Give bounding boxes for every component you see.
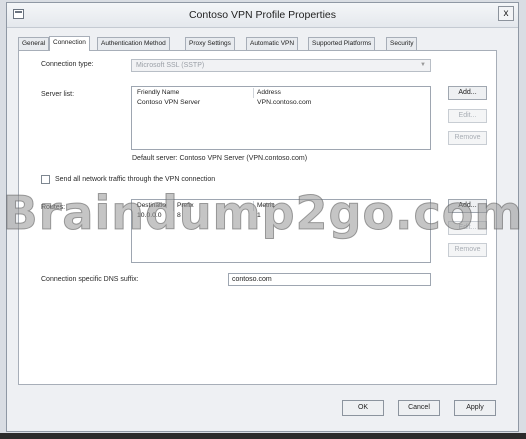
route-add-button[interactable]: Add... [448, 199, 487, 213]
column-header-friendly-name[interactable]: Friendly Name [134, 88, 254, 98]
server-remove-button[interactable]: Remove [448, 131, 487, 145]
server-edit-button[interactable]: Edit... [448, 109, 487, 123]
tab-automatic-vpn[interactable]: Automatic VPN [246, 37, 299, 50]
send-all-traffic-checkbox[interactable] [41, 175, 50, 184]
server-address: VPN.contoso.com [257, 99, 312, 106]
bottom-border [0, 433, 526, 439]
tab-security[interactable]: Security [386, 37, 418, 50]
tab-general[interactable]: General [18, 37, 50, 50]
close-button[interactable]: x [498, 6, 514, 21]
server-list-label: Server list: [41, 91, 75, 98]
route-edit-button[interactable]: Edit... [448, 221, 487, 235]
connection-type-select[interactable]: Microsoft SSL (SSTP) ▼ [131, 59, 431, 72]
connection-panel: Connection type: Microsoft SSL (SSTP) ▼ … [18, 50, 497, 385]
dns-suffix-label: Connection specific DNS suffix: [41, 276, 139, 283]
tab-authentication-method[interactable]: Authentication Method [97, 37, 170, 50]
route-prefix: 8 [177, 212, 181, 219]
connection-type-label: Connection type: [41, 61, 94, 68]
cancel-button[interactable]: Cancel [398, 400, 440, 416]
tab-connection[interactable]: Connection [49, 36, 90, 51]
ok-button[interactable]: OK [342, 400, 384, 416]
title-bar: Contoso VPN Profile Properties x [7, 3, 518, 28]
route-remove-button[interactable]: Remove [448, 243, 487, 257]
column-header-destination[interactable]: Destinatio [134, 201, 174, 211]
send-all-traffic-label: Send all network traffic through the VPN… [55, 176, 216, 183]
column-header-address[interactable]: Address [254, 88, 428, 98]
column-header-metric[interactable]: Metric [254, 201, 428, 211]
route-metric: 1 [257, 212, 261, 219]
apply-button[interactable]: Apply [454, 400, 496, 416]
tab-supported-platforms[interactable]: Supported Platforms [308, 37, 376, 50]
server-friendly-name: Contoso VPN Server [137, 99, 201, 106]
chevron-down-icon: ▼ [420, 62, 426, 68]
routes-label: Routes: [41, 204, 66, 211]
tab-proxy-settings[interactable]: Proxy Settings [185, 37, 235, 50]
routes-list[interactable]: Destinatio Prefix Metric 10.0.0.0 8 1 [131, 199, 431, 263]
route-destination: 10.0.0.0 [137, 212, 162, 219]
default-server-text: Default server: Contoso VPN Server (VPN.… [132, 155, 308, 162]
dns-suffix-input[interactable]: contoso.com [228, 273, 431, 286]
server-list[interactable]: Friendly Name Address Contoso VPN Server… [131, 86, 431, 150]
window-title: Contoso VPN Profile Properties [188, 9, 337, 21]
column-header-prefix[interactable]: Prefix [174, 201, 254, 211]
server-add-button[interactable]: Add... [448, 86, 487, 100]
connection-type-value: Microsoft SSL (SSTP) [136, 62, 205, 69]
